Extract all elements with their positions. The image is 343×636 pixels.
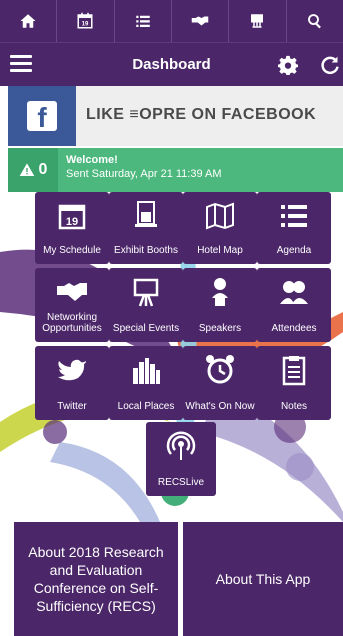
- list-icon: [281, 205, 307, 227]
- booth-icon: [251, 14, 264, 28]
- notification-badge: 0: [8, 148, 58, 192]
- banner-text: LIKE ≡OPRE ON FACEBOOK: [86, 106, 317, 123]
- tile-agenda[interactable]: Agenda: [257, 192, 331, 264]
- nav-schedule[interactable]: 19: [57, 0, 115, 42]
- search-icon: [307, 14, 321, 29]
- booth-icon: [135, 201, 157, 227]
- facebook-logo: f: [8, 86, 76, 146]
- handshake-icon: [191, 16, 209, 26]
- facebook-icon: f: [27, 101, 57, 133]
- calendar-day-text: 19: [82, 22, 89, 28]
- notification-bar[interactable]: 0 Welcome! Sent Saturday, Apr 21 11:39 A…: [8, 148, 343, 192]
- tile-hotel-map[interactable]: Hotel Map: [183, 192, 257, 264]
- refresh-icon[interactable]: [320, 55, 340, 75]
- calendar-icon: 19: [58, 204, 86, 230]
- notification-title: Welcome!: [66, 154, 118, 166]
- tile-whats-on-now[interactable]: What's On Now: [183, 346, 257, 420]
- broadcast-icon: [166, 431, 196, 460]
- nav-home[interactable]: [0, 0, 58, 42]
- people-icon: [280, 281, 308, 304]
- speaker-icon: [212, 278, 228, 306]
- tile-label: Agenda: [276, 245, 312, 256]
- gear-icon[interactable]: [278, 55, 298, 75]
- clipboard-icon: [282, 356, 306, 386]
- tile-networking[interactable]: Networking Opportunities: [35, 268, 109, 342]
- tile-local-places[interactable]: Local Places: [109, 346, 183, 420]
- handshake-icon: [57, 283, 87, 301]
- nav-networking[interactable]: [172, 0, 230, 42]
- about-conference-button[interactable]: About 2018 Research and Evaluation Confe…: [14, 522, 178, 636]
- home-icon: [20, 14, 36, 28]
- app-header: Dashboard: [0, 42, 343, 86]
- notification-timestamp: Sent Saturday, Apr 21 11:39 AM: [66, 168, 222, 180]
- tile-speakers[interactable]: Speakers: [183, 268, 257, 342]
- twitter-icon: [58, 359, 86, 381]
- nav-search[interactable]: [287, 0, 343, 42]
- tile-label: Attendees: [271, 323, 317, 334]
- tile-notes[interactable]: Notes: [257, 346, 331, 420]
- tile-label: Hotel Map: [197, 245, 243, 256]
- alarm-clock-icon: [206, 355, 234, 384]
- tile-recslive[interactable]: RECSLive: [146, 422, 216, 496]
- nav-booths[interactable]: [229, 0, 287, 42]
- city-icon: [133, 358, 160, 384]
- tile-my-schedule[interactable]: 19 My Schedule: [35, 192, 109, 264]
- about-app-button[interactable]: About This App: [183, 522, 343, 636]
- tile-label: Notes: [280, 401, 308, 412]
- tile-label: Twitter: [57, 401, 87, 412]
- tile-exhibit-booths[interactable]: Exhibit Booths: [109, 192, 183, 264]
- tile-label: My Schedule: [43, 245, 101, 256]
- notification-count: 0: [38, 161, 48, 178]
- tile-twitter[interactable]: Twitter: [35, 346, 109, 420]
- tile-attendees[interactable]: Attendees: [257, 268, 331, 342]
- tile-label: What's On Now: [185, 401, 255, 412]
- warning-icon: [19, 163, 34, 176]
- tile-label: RECSLive: [157, 477, 205, 488]
- nav-agenda[interactable]: [115, 0, 172, 42]
- calendar-icon: 19: [77, 12, 93, 29]
- facebook-banner[interactable]: f LIKE ≡OPRE ON FACEBOOK: [8, 86, 343, 146]
- tile-special-events[interactable]: Special Events: [109, 268, 183, 342]
- tile-label: Special Events: [112, 323, 180, 334]
- easel-icon: [133, 278, 159, 307]
- tile-label: Speakers: [198, 323, 242, 334]
- tile-label: Networking Opportunities: [42, 312, 102, 334]
- tile-label: Exhibit Booths: [114, 245, 178, 256]
- top-nav-bar: 19: [0, 0, 343, 42]
- tile-label: Local Places: [117, 401, 175, 412]
- calendar-day-text: 19: [66, 216, 78, 228]
- map-icon: [206, 202, 234, 230]
- list-icon: [136, 15, 150, 27]
